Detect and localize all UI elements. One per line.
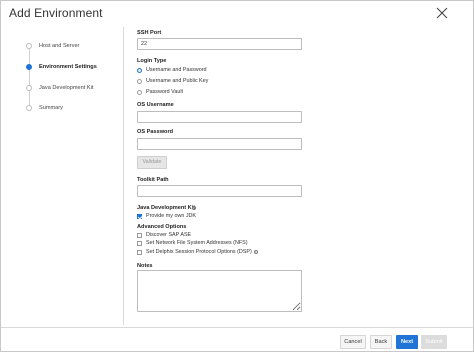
- radio-username-password[interactable]: Username and Password: [137, 67, 207, 73]
- ssh-port-input[interactable]: [137, 38, 302, 50]
- notes-label: Notes: [137, 263, 153, 269]
- step-host-and-server[interactable]: Host and Server: [26, 43, 79, 49]
- cancel-button[interactable]: Cancel: [340, 335, 366, 349]
- validate-button[interactable]: Validate: [137, 156, 167, 169]
- checkbox-provide-own-jdk[interactable]: Provide my own JDK: [137, 213, 196, 219]
- step-label: Host and Server: [39, 43, 80, 49]
- jdk-label: Java Development Kit: [137, 205, 196, 211]
- os-password-label: OS Password: [137, 129, 174, 135]
- step-environment-settings[interactable]: Environment Settings: [26, 64, 97, 70]
- ssh-port-label: SSH Port: [137, 30, 162, 36]
- info-icon[interactable]: i: [253, 250, 258, 254]
- toolkit-path-input[interactable]: [137, 185, 302, 197]
- step-label: Java Development Kit: [39, 85, 94, 91]
- checkbox-label: Set Network File System Addresses (NFS): [146, 240, 248, 246]
- notes-textarea[interactable]: [137, 270, 302, 312]
- checkbox-discover-sap-ase[interactable]: Discover SAP ASE: [137, 232, 191, 238]
- checkbox-label: Discover SAP ASE: [146, 232, 192, 238]
- checkbox-icon: [137, 249, 142, 255]
- os-password-input[interactable]: [137, 138, 302, 150]
- os-username-input[interactable]: [137, 111, 302, 123]
- submit-button[interactable]: Submit: [421, 335, 447, 349]
- step-dot: [26, 105, 32, 111]
- radio-icon: [137, 89, 142, 95]
- checkbox-label: Set Delphix Session Protocol Options (DS…: [146, 249, 252, 255]
- checkbox-checked-icon: [137, 213, 142, 219]
- login-type-label: Login Type: [137, 58, 167, 64]
- footer-divider: [1, 327, 474, 328]
- checkbox-nfs-addresses[interactable]: Set Network File System Addresses (NFS): [137, 240, 248, 246]
- stepper-line: [29, 49, 30, 107]
- step-java-development-kit[interactable]: Java Development Kit: [26, 85, 93, 91]
- checkbox-icon: [137, 240, 142, 246]
- radio-label: Username and Public Key: [146, 78, 209, 84]
- radio-icon: [137, 78, 142, 84]
- radio-label: Password Vault: [146, 89, 184, 95]
- checkbox-label: Provide my own JDK: [146, 213, 197, 219]
- checkbox-dsp-options[interactable]: Set Delphix Session Protocol Options (DS…: [137, 249, 258, 255]
- radio-selected-icon: [137, 67, 142, 73]
- step-label: Summary: [39, 105, 63, 111]
- step-dot: [26, 43, 32, 49]
- checkbox-icon: [137, 232, 142, 238]
- next-button[interactable]: Next: [396, 335, 418, 349]
- step-dot: [26, 85, 32, 91]
- radio-username-public-key[interactable]: Username and Public Key: [137, 78, 208, 84]
- sidebar-divider: [123, 27, 124, 325]
- step-label: Environment Settings: [39, 64, 97, 70]
- dialog-title: Add Environment: [9, 6, 103, 20]
- radio-password-vault[interactable]: Password Vault: [137, 89, 183, 95]
- step-dot-active: [26, 64, 32, 70]
- toolkit-path-label: Toolkit Path: [137, 177, 169, 183]
- add-environment-dialog: Add Environment Host and Server Environm…: [0, 0, 474, 352]
- back-button[interactable]: Back: [370, 335, 392, 349]
- info-icon[interactable]: i: [192, 206, 196, 210]
- os-username-label: OS Username: [137, 102, 174, 108]
- close-icon[interactable]: [435, 6, 449, 20]
- step-summary[interactable]: Summary: [26, 105, 63, 111]
- advanced-options-label: Advanced Options: [137, 224, 187, 230]
- radio-label: Username and Password: [146, 67, 207, 73]
